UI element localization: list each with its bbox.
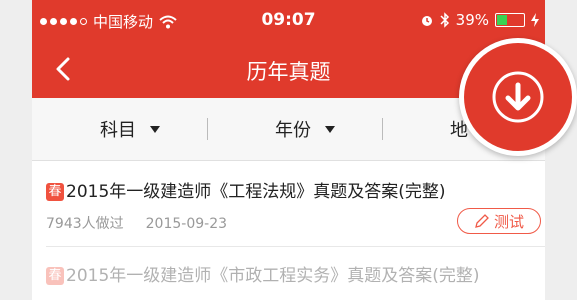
status-right: 39% [420,11,539,29]
item-title: 春 2015年一级建造师《市政工程实务》真题及答案(完整) [46,261,480,286]
item-count: 7943人做过 [46,216,124,232]
status-bar: 中国移动 09:07 39% [32,0,545,42]
test-button[interactable]: 测试 [457,208,541,234]
download-button[interactable] [459,38,577,156]
filter-year[interactable]: 年份 [275,98,335,160]
filter-subject[interactable]: 科目 [100,98,160,160]
item-title-text: 2015年一级建造师《市政工程实务》真题及答案(完整) [66,266,480,286]
test-button-label: 测试 [493,212,524,231]
divider [207,118,208,140]
download-icon [492,71,544,123]
item-date: 2015-09-23 [145,216,228,232]
caret-down-icon [150,125,160,133]
item-title: 春 2015年一级建造师《工程法规》真题及答案(完整) [46,177,446,202]
bluetooth-icon [440,12,449,28]
item-title-text: 2015年一级建造师《工程法规》真题及答案(完整) [66,182,446,202]
pencil-icon [475,214,489,228]
divider [382,118,383,140]
list-item[interactable]: 春 2015年一级建造师《市政工程实务》真题及答案(完整) [32,247,545,300]
spring-tag-badge: 春 [46,267,64,285]
list-item[interactable]: 春 2015年一级建造师《工程法规》真题及答案(完整) 7943人做过 2015-0… [32,161,545,246]
alarm-icon [421,16,432,26]
download-button-circle [464,43,572,151]
spring-tag-badge: 春 [46,183,64,201]
battery-icon [495,13,525,27]
item-meta: 7943人做过 2015-09-23 [46,213,227,233]
battery-percent: 39% [455,11,489,29]
charging-icon [531,13,539,27]
filter-subject-label: 科目 [100,120,136,141]
caret-down-icon [325,125,335,133]
filter-year-label: 年份 [275,120,311,141]
